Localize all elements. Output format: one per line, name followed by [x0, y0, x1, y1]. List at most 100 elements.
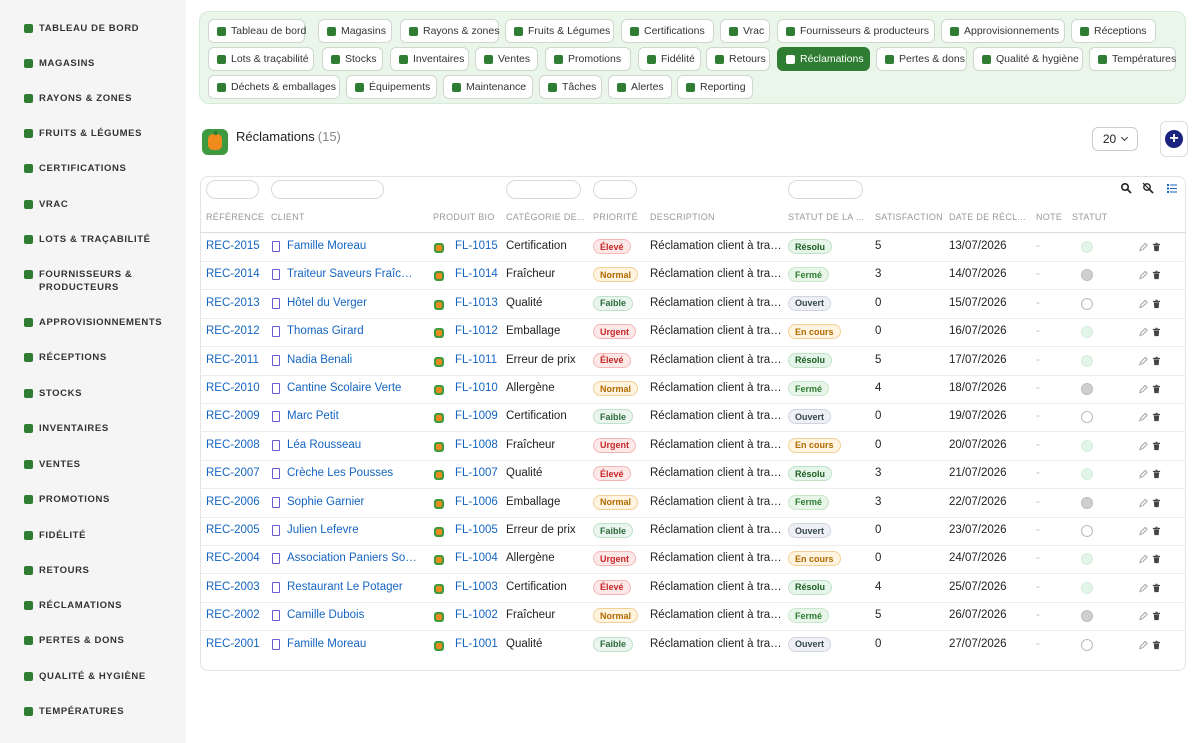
client-link[interactable]: Traiteur Saveurs Fraîches — [287, 268, 417, 280]
reference-link[interactable]: REC-2013 — [206, 297, 266, 309]
sidebar-item[interactable]: Températures — [24, 705, 180, 718]
product-link[interactable]: FL-1005 — [455, 524, 500, 536]
product-link[interactable]: FL-1006 — [455, 496, 500, 508]
reference-link[interactable]: REC-2009 — [206, 410, 266, 422]
edit-icon[interactable] — [1139, 270, 1148, 280]
delete-icon[interactable] — [1152, 412, 1161, 422]
nav-chip[interactable]: Fidélité — [638, 47, 701, 71]
delete-icon[interactable] — [1152, 299, 1161, 309]
delete-icon[interactable] — [1152, 356, 1161, 366]
column-header[interactable]: Catégorie de... — [506, 212, 584, 222]
nav-chip[interactable]: Fournisseurs & producteurs — [777, 19, 935, 43]
reference-link[interactable]: REC-2012 — [206, 325, 266, 337]
product-link[interactable]: FL-1007 — [455, 467, 500, 479]
delete-icon[interactable] — [1152, 526, 1161, 536]
nav-chip[interactable]: Stocks — [322, 47, 383, 71]
nav-chip[interactable]: Réceptions — [1071, 19, 1156, 43]
client-link[interactable]: Sophie Garnier — [287, 496, 417, 508]
delete-icon[interactable] — [1152, 441, 1161, 451]
nav-chip[interactable]: Certifications — [621, 19, 714, 43]
sidebar-item[interactable]: Ventes — [24, 458, 180, 471]
sidebar-item[interactable]: Tableau de bord — [24, 22, 180, 35]
client-link[interactable]: Hôtel du Verger — [287, 297, 417, 309]
product-link[interactable]: FL-1002 — [455, 609, 500, 621]
delete-icon[interactable] — [1152, 583, 1161, 593]
nav-chip[interactable]: Fruits & Légumes — [505, 19, 614, 43]
product-link[interactable]: FL-1003 — [455, 581, 500, 593]
client-link[interactable]: Association Paniers Solid... — [287, 552, 417, 564]
sidebar-item[interactable]: Pertes & dons — [24, 634, 180, 647]
sidebar-item[interactable]: Retours — [24, 564, 180, 577]
edit-icon[interactable] — [1139, 611, 1148, 621]
filter-priority[interactable] — [593, 180, 637, 199]
sidebar-item[interactable]: Approvisionnements — [24, 316, 180, 329]
nav-chip[interactable]: Retours — [706, 47, 770, 71]
edit-icon[interactable] — [1139, 441, 1148, 451]
nav-chip[interactable]: Reporting — [677, 75, 753, 99]
reference-link[interactable]: REC-2001 — [206, 638, 266, 650]
nav-chip[interactable]: Qualité & hygiène — [973, 47, 1083, 71]
edit-icon[interactable] — [1139, 526, 1148, 536]
reference-link[interactable]: REC-2014 — [206, 268, 266, 280]
sidebar-item[interactable]: Fournisseurs & producteurs — [24, 268, 180, 294]
client-link[interactable]: Cantine Scolaire Verte — [287, 382, 417, 394]
nav-chip[interactable]: Ventes — [475, 47, 538, 71]
nav-chip[interactable]: Inventaires — [390, 47, 469, 71]
filter-status[interactable] — [788, 180, 863, 199]
sidebar-item[interactable]: Vrac — [24, 198, 180, 211]
nav-chip[interactable]: Équipements — [346, 75, 437, 99]
delete-icon[interactable] — [1152, 270, 1161, 280]
edit-icon[interactable] — [1139, 327, 1148, 337]
client-link[interactable]: Famille Moreau — [287, 638, 417, 650]
edit-icon[interactable] — [1139, 356, 1148, 366]
filter-reference[interactable] — [206, 180, 259, 199]
sidebar-item[interactable]: Lots & traçabilité — [24, 233, 180, 246]
column-header[interactable]: Priorité — [593, 212, 643, 222]
column-header[interactable]: Statut — [1072, 212, 1112, 222]
client-link[interactable]: Crèche Les Pousses — [287, 467, 417, 479]
filter-category[interactable] — [506, 180, 581, 199]
nav-chip[interactable]: Tâches — [539, 75, 602, 99]
column-header[interactable]: Statut de la ... — [788, 212, 868, 222]
nav-chip[interactable]: Maintenance — [443, 75, 533, 99]
search-clear-icon[interactable] — [1142, 182, 1154, 194]
product-link[interactable]: FL-1008 — [455, 439, 500, 451]
edit-icon[interactable] — [1139, 554, 1148, 564]
search-icon[interactable] — [1120, 182, 1132, 194]
nav-chip[interactable]: Tableau de bord — [208, 19, 306, 43]
nav-chip[interactable]: Lots & traçabilité — [208, 47, 314, 71]
nav-chip[interactable]: Magasins — [318, 19, 392, 43]
column-header[interactable]: Date de récl... — [949, 212, 1027, 222]
edit-icon[interactable] — [1139, 412, 1148, 422]
nav-chip[interactable]: Rayons & zones — [400, 19, 499, 43]
sidebar-item[interactable]: Magasins — [24, 57, 180, 70]
column-header[interactable]: Client — [271, 212, 421, 222]
nav-chip[interactable]: Alertes — [608, 75, 672, 99]
product-link[interactable]: FL-1013 — [455, 297, 500, 309]
edit-icon[interactable] — [1139, 498, 1148, 508]
product-link[interactable]: FL-1001 — [455, 638, 500, 650]
client-link[interactable]: Léa Rousseau — [287, 439, 417, 451]
client-link[interactable]: Nadia Benali — [287, 354, 417, 366]
client-link[interactable]: Camille Dubois — [287, 609, 417, 621]
reference-link[interactable]: REC-2015 — [206, 240, 266, 252]
add-record-button[interactable]: + — [1160, 121, 1188, 157]
reference-link[interactable]: REC-2005 — [206, 524, 266, 536]
product-link[interactable]: FL-1011 — [455, 354, 500, 366]
delete-icon[interactable] — [1152, 327, 1161, 337]
client-link[interactable]: Marc Petit — [287, 410, 417, 422]
sidebar-item[interactable]: Certifications — [24, 162, 180, 175]
delete-icon[interactable] — [1152, 242, 1161, 252]
product-link[interactable]: FL-1015 — [455, 240, 500, 252]
client-link[interactable]: Famille Moreau — [287, 240, 417, 252]
reference-link[interactable]: REC-2011 — [206, 354, 266, 366]
reference-link[interactable]: REC-2010 — [206, 382, 266, 394]
client-link[interactable]: Thomas Girard — [287, 325, 417, 337]
nav-chip[interactable]: Pertes & dons — [876, 47, 967, 71]
reference-link[interactable]: REC-2008 — [206, 439, 266, 451]
sidebar-item[interactable]: Rayons & zones — [24, 92, 180, 105]
nav-chip[interactable]: Approvisionnements — [941, 19, 1065, 43]
client-link[interactable]: Restaurant Le Potager — [287, 581, 417, 593]
product-link[interactable]: FL-1004 — [455, 552, 500, 564]
reference-link[interactable]: REC-2003 — [206, 581, 266, 593]
